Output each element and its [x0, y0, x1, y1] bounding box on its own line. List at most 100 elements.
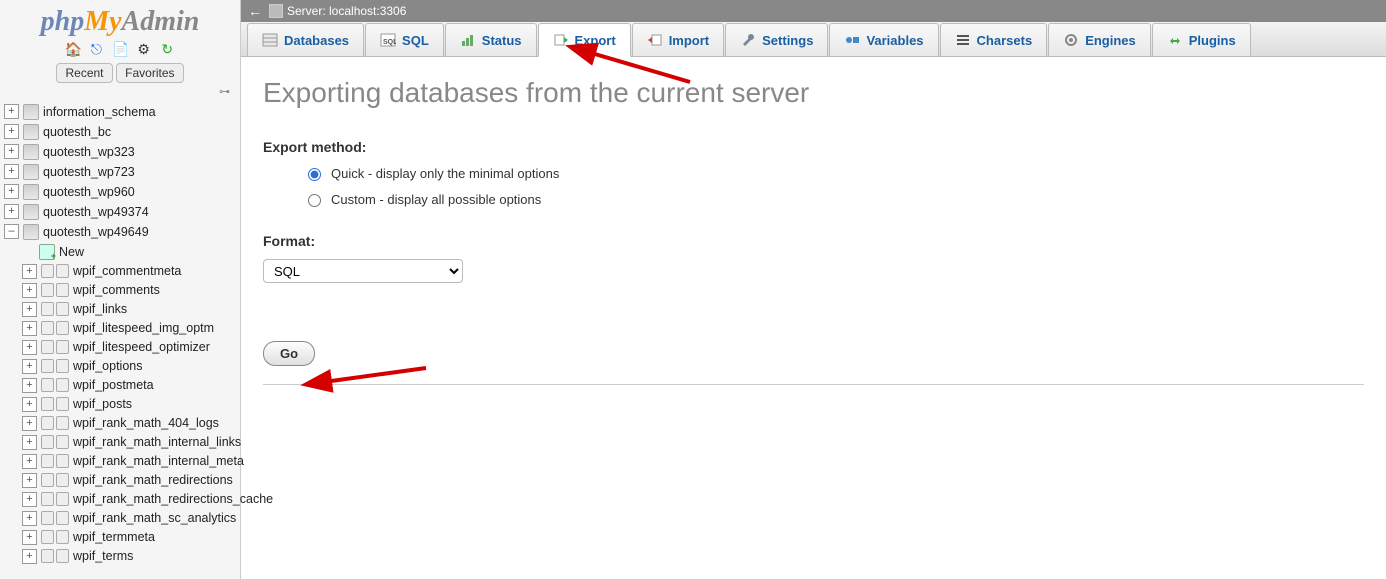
db-name[interactable]: quotesth_bc	[43, 125, 111, 139]
new-label[interactable]: New	[59, 245, 84, 259]
table-name[interactable]: wpif_litespeed_img_optm	[73, 321, 214, 335]
expand-icon[interactable]	[4, 124, 19, 139]
db-item[interactable]: quotesth_wp49649	[4, 222, 240, 242]
table-name[interactable]: wpif_rank_math_404_logs	[73, 416, 219, 430]
recent-button[interactable]: Recent	[56, 63, 112, 83]
table-name[interactable]: wpif_litespeed_optimizer	[73, 340, 210, 354]
expand-icon[interactable]	[22, 473, 37, 488]
table-item[interactable]: wpif_terms	[22, 547, 240, 566]
table-name[interactable]: wpif_posts	[73, 397, 132, 411]
tab-engines[interactable]: Engines	[1048, 23, 1151, 56]
table-name[interactable]: wpif_links	[73, 302, 127, 316]
tab-status[interactable]: Status	[445, 23, 537, 56]
expand-icon[interactable]	[4, 184, 19, 199]
expand-icon[interactable]	[22, 492, 37, 507]
expand-icon[interactable]	[22, 397, 37, 412]
expand-icon[interactable]	[22, 435, 37, 450]
new-table[interactable]: New	[22, 242, 240, 262]
table-item[interactable]: wpif_comments	[22, 281, 240, 300]
table-item[interactable]: wpif_rank_math_404_logs	[22, 414, 240, 433]
table-item[interactable]: wpif_rank_math_sc_analytics	[22, 509, 240, 528]
table-item[interactable]: wpif_rank_math_redirections_cache	[22, 490, 240, 509]
tab-sql[interactable]: SQLSQL	[365, 23, 444, 56]
db-name[interactable]: quotesth_wp723	[43, 165, 135, 179]
radio-custom[interactable]	[308, 194, 321, 207]
table-item[interactable]: wpif_options	[22, 357, 240, 376]
expand-icon[interactable]	[22, 378, 37, 393]
collapse-icon[interactable]	[4, 224, 19, 239]
docs-icon[interactable]: 📄	[112, 41, 128, 57]
table-item[interactable]: wpif_litespeed_img_optm	[22, 319, 240, 338]
db-item[interactable]: quotesth_wp960	[4, 182, 240, 202]
expand-icon[interactable]	[22, 454, 37, 469]
back-icon[interactable]: ←	[247, 3, 263, 19]
tab-plugins[interactable]: Plugins	[1152, 23, 1251, 56]
table-name[interactable]: wpif_options	[73, 359, 143, 373]
tab-charsets[interactable]: Charsets	[940, 23, 1048, 56]
radio-quick[interactable]	[308, 168, 321, 181]
expand-icon[interactable]	[22, 359, 37, 374]
favorites-button[interactable]: Favorites	[116, 63, 183, 83]
table-name[interactable]: wpif_rank_math_internal_links	[73, 435, 241, 449]
db-item[interactable]: quotesth_wp323	[4, 142, 240, 162]
table-name[interactable]: wpif_commentmeta	[73, 264, 181, 278]
expand-icon[interactable]	[4, 144, 19, 159]
expand-icon[interactable]	[4, 164, 19, 179]
format-select[interactable]: SQL	[263, 259, 463, 283]
table-item[interactable]: wpif_litespeed_optimizer	[22, 338, 240, 357]
logout-icon[interactable]: ⎋	[88, 41, 104, 57]
home-icon[interactable]: 🏠	[65, 41, 81, 57]
table-item[interactable]: wpif_rank_math_redirections	[22, 471, 240, 490]
expand-icon[interactable]	[22, 321, 37, 336]
export-icon	[553, 32, 569, 48]
db-name[interactable]: quotesth_wp323	[43, 145, 135, 159]
main-area: ← Server: localhost:3306 Databases SQLSQ…	[241, 0, 1386, 579]
db-name[interactable]: quotesth_wp49649	[43, 225, 149, 239]
table-item[interactable]: wpif_termmeta	[22, 528, 240, 547]
table-name[interactable]: wpif_terms	[73, 549, 133, 563]
db-name[interactable]: information_schema	[43, 105, 156, 119]
expand-icon[interactable]	[4, 104, 19, 119]
tab-variables[interactable]: Variables	[829, 23, 938, 56]
tab-export[interactable]: Export	[538, 23, 631, 57]
expand-icon[interactable]	[22, 264, 37, 279]
expand-icon[interactable]	[22, 416, 37, 431]
settings-icon[interactable]: ⚙	[136, 41, 152, 57]
table-name[interactable]: wpif_postmeta	[73, 378, 154, 392]
expand-icon[interactable]	[22, 549, 37, 564]
tab-import[interactable]: Import	[632, 23, 724, 56]
new-icon	[39, 244, 55, 260]
table-name[interactable]: wpif_rank_math_redirections	[73, 473, 233, 487]
table-name[interactable]: wpif_rank_math_internal_meta	[73, 454, 244, 468]
go-button[interactable]: Go	[263, 341, 315, 366]
collapse-all-icon[interactable]: ⊶	[0, 85, 240, 102]
db-name[interactable]: quotesth_wp960	[43, 185, 135, 199]
export-method-quick[interactable]: Quick - display only the minimal options	[303, 165, 1364, 181]
table-name[interactable]: wpif_comments	[73, 283, 160, 297]
db-item[interactable]: quotesth_wp49374	[4, 202, 240, 222]
table-name[interactable]: wpif_rank_math_sc_analytics	[73, 511, 236, 525]
table-item[interactable]: wpif_commentmeta	[22, 262, 240, 281]
table-item[interactable]: wpif_postmeta	[22, 376, 240, 395]
reload-icon[interactable]: ↻	[159, 41, 175, 57]
table-item[interactable]: wpif_links	[22, 300, 240, 319]
tab-settings[interactable]: Settings	[725, 23, 828, 56]
expand-icon[interactable]	[22, 530, 37, 545]
table-item[interactable]: wpif_posts	[22, 395, 240, 414]
expand-icon[interactable]	[22, 302, 37, 317]
db-item[interactable]: quotesth_wp723	[4, 162, 240, 182]
tab-databases[interactable]: Databases	[247, 23, 364, 56]
table-name[interactable]: wpif_termmeta	[73, 530, 155, 544]
phpmyadmin-logo[interactable]: phpMyAdmin	[0, 0, 240, 40]
db-item[interactable]: quotesth_bc	[4, 122, 240, 142]
expand-icon[interactable]	[22, 511, 37, 526]
export-method-custom[interactable]: Custom - display all possible options	[303, 191, 1364, 207]
db-name[interactable]: quotesth_wp49374	[43, 205, 149, 219]
expand-icon[interactable]	[22, 340, 37, 355]
expand-icon[interactable]	[4, 204, 19, 219]
expand-icon[interactable]	[22, 283, 37, 298]
db-item[interactable]: information_schema	[4, 102, 240, 122]
server-label[interactable]: Server: localhost:3306	[287, 4, 406, 18]
table-item[interactable]: wpif_rank_math_internal_meta	[22, 452, 240, 471]
table-item[interactable]: wpif_rank_math_internal_links	[22, 433, 240, 452]
